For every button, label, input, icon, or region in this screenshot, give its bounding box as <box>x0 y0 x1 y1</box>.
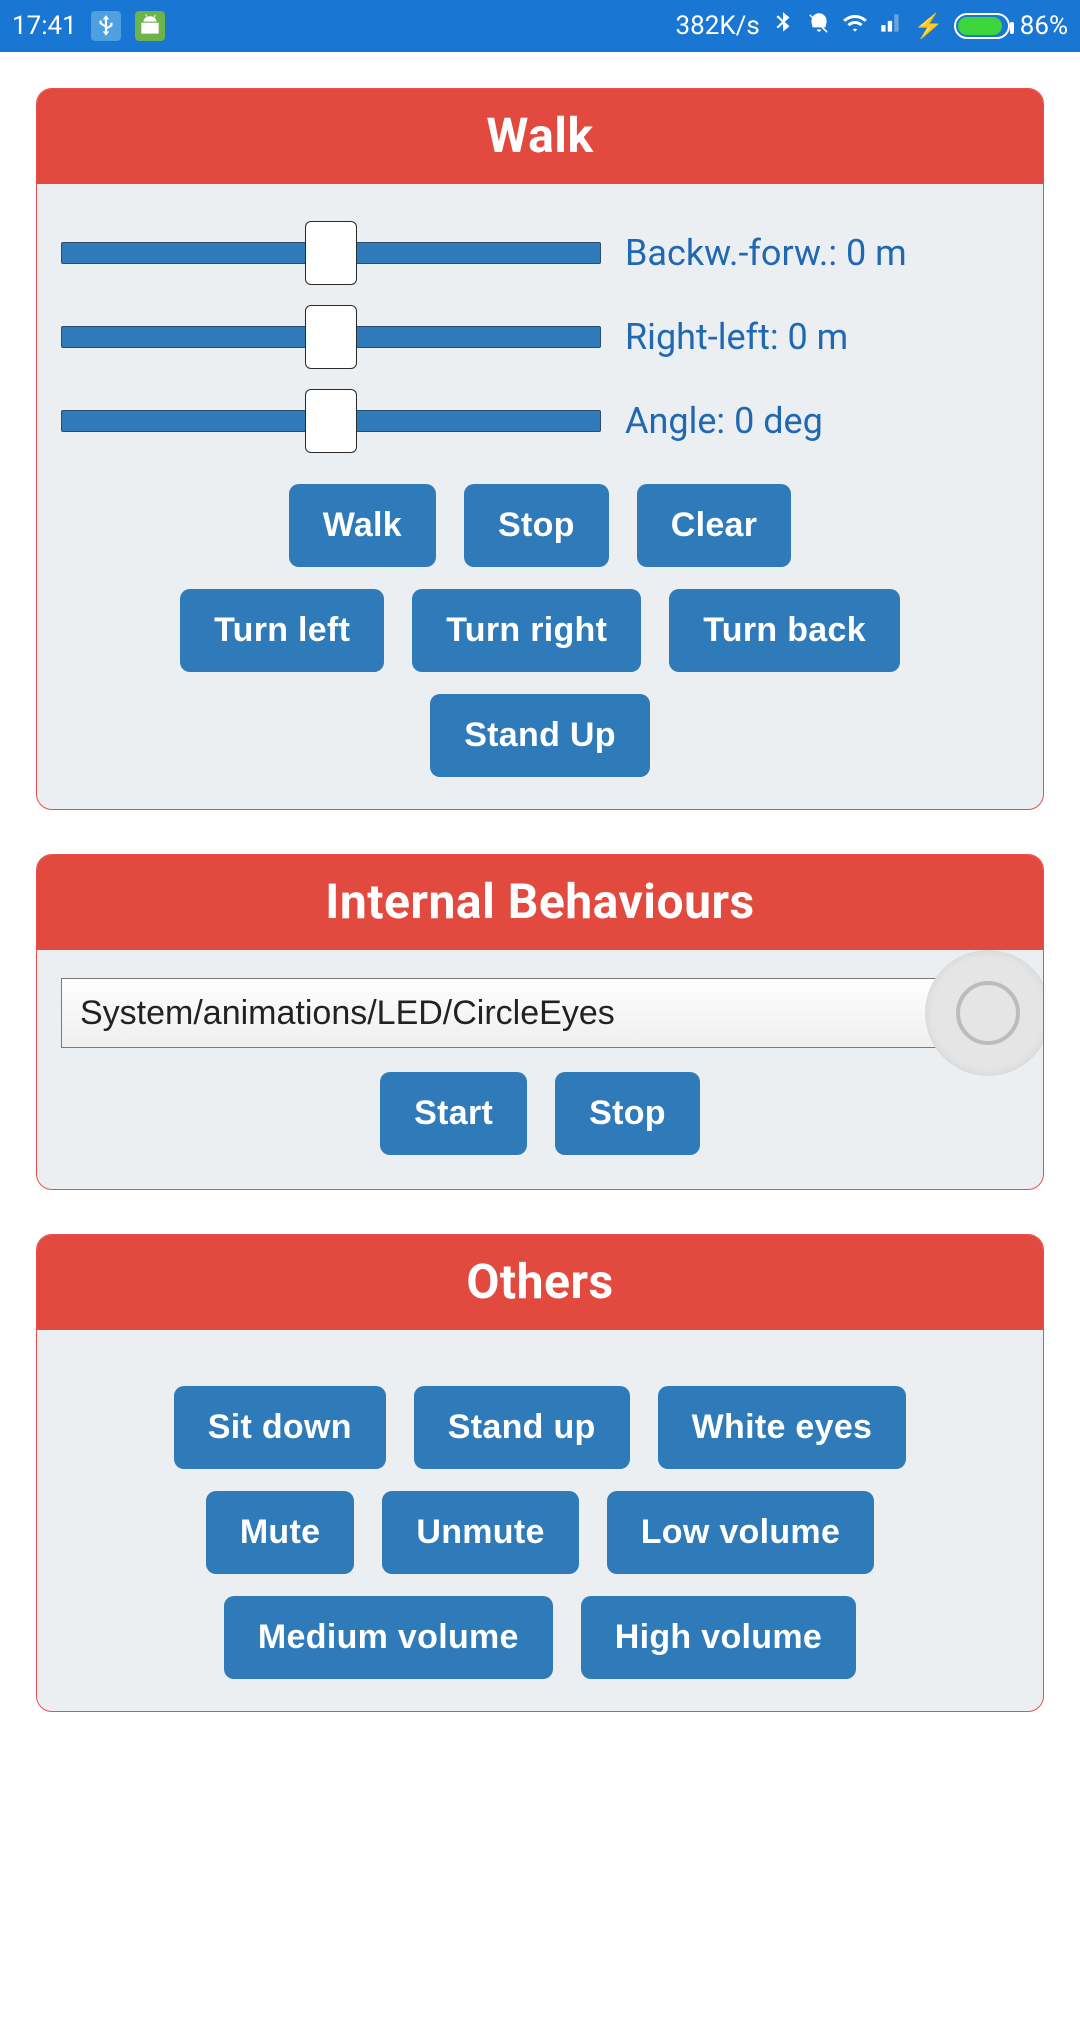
signal-icon <box>878 10 904 43</box>
others-panel-title: Others <box>37 1235 1043 1330</box>
behaviour-stop-button[interactable]: Stop <box>555 1072 700 1155</box>
status-right: 382K/s ⚡ 86% <box>676 10 1068 43</box>
walk-panel-title: Walk <box>37 89 1043 184</box>
usb-icon <box>91 11 121 41</box>
status-time: 17:41 <box>12 11 77 41</box>
turn-back-button[interactable]: Turn back <box>669 589 900 672</box>
sit-down-button[interactable]: Sit down <box>174 1386 386 1469</box>
bluetooth-icon <box>770 10 796 43</box>
turn-left-button[interactable]: Turn left <box>180 589 384 672</box>
assistive-touch-icon[interactable] <box>925 950 1044 1076</box>
right-left-slider[interactable] <box>61 326 601 348</box>
network-speed: 382K/s <box>676 11 760 41</box>
stand-up-button[interactable]: Stand Up <box>430 694 650 777</box>
android-icon <box>135 11 165 41</box>
wifi-icon <box>842 10 868 43</box>
white-eyes-button[interactable]: White eyes <box>658 1386 907 1469</box>
battery-icon <box>954 13 1010 39</box>
others-panel: Others Sit down Stand up White eyes Mute… <box>36 1234 1044 1712</box>
angle-slider[interactable] <box>61 410 601 432</box>
unmute-button[interactable]: Unmute <box>382 1491 578 1574</box>
turn-right-button[interactable]: Turn right <box>412 589 641 672</box>
behaviour-select-wrap: System/animations/LED/CircleEyes <box>61 978 1019 1048</box>
right-left-label: Right-left: 0 m <box>625 316 1019 358</box>
stand-up-others-button[interactable]: Stand up <box>414 1386 630 1469</box>
high-volume-button[interactable]: High volume <box>581 1596 856 1679</box>
angle-label: Angle: 0 deg <box>625 400 1019 442</box>
walk-button[interactable]: Walk <box>289 484 436 567</box>
medium-volume-button[interactable]: Medium volume <box>224 1596 553 1679</box>
backw-forw-slider[interactable] <box>61 242 601 264</box>
battery-percent: 86% <box>1020 11 1068 41</box>
mute-button[interactable]: Mute <box>206 1491 355 1574</box>
behaviour-select[interactable]: System/animations/LED/CircleEyes <box>61 978 1019 1048</box>
clear-button[interactable]: Clear <box>637 484 792 567</box>
behaviour-start-button[interactable]: Start <box>380 1072 527 1155</box>
behaviours-panel: Internal Behaviours System/animations/LE… <box>36 854 1044 1190</box>
low-volume-button[interactable]: Low volume <box>607 1491 874 1574</box>
walk-panel: Walk Backw.-forw.: 0 m Right-left: 0 m A… <box>36 88 1044 810</box>
mute-icon <box>806 10 832 43</box>
status-left: 17:41 <box>12 11 165 41</box>
behaviours-panel-title: Internal Behaviours <box>37 855 1043 950</box>
status-bar: 17:41 382K/s ⚡ 86% <box>0 0 1080 52</box>
backw-forw-label: Backw.-forw.: 0 m <box>625 232 1019 274</box>
charging-icon: ⚡ <box>914 12 944 40</box>
stop-button[interactable]: Stop <box>464 484 609 567</box>
